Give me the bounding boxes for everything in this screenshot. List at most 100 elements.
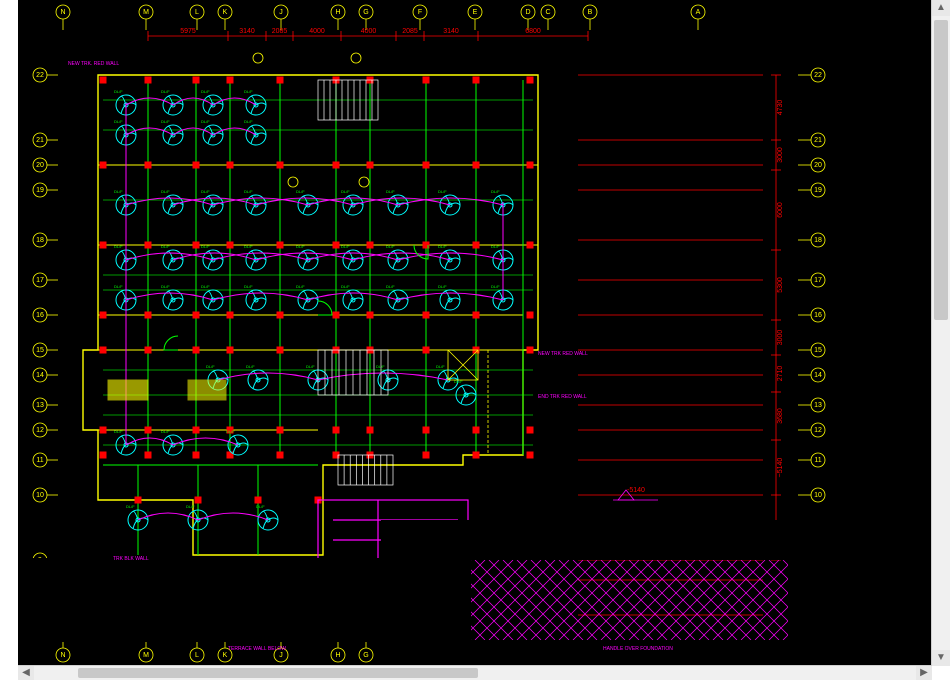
- svg-text:DL/F: DL/F: [306, 364, 315, 369]
- bottom-strip: ◀ ▶: [18, 666, 932, 680]
- scroll-up-arrow[interactable]: ▲: [932, 0, 950, 16]
- svg-text:G: G: [363, 9, 368, 16]
- svg-text:TRK BLK WALL: TRK BLK WALL: [113, 556, 149, 562]
- svg-text:DL/F: DL/F: [114, 284, 123, 289]
- svg-text:END TRK RED WALL: END TRK RED WALL: [538, 394, 587, 400]
- svg-text:DL/F: DL/F: [244, 119, 253, 124]
- svg-text:DL/F: DL/F: [161, 119, 170, 124]
- svg-text:DL/F: DL/F: [244, 284, 253, 289]
- cad-viewport[interactable]: NMLKJHGFEDCBANMLKJHGFEDCBA22222121202019…: [18, 0, 932, 666]
- svg-text:DL/F: DL/F: [201, 244, 210, 249]
- svg-text:5300: 5300: [777, 277, 784, 293]
- scroll-down-arrow[interactable]: ▼: [932, 650, 950, 666]
- svg-text:12: 12: [36, 427, 44, 434]
- svg-text:DL/F: DL/F: [296, 284, 305, 289]
- svg-text:15: 15: [814, 347, 822, 354]
- floor-plan-svg: NMLKJHGFEDCBANMLKJHGFEDCBA22222121202019…: [18, 0, 932, 666]
- svg-text:18: 18: [814, 237, 822, 244]
- svg-text:-5140: -5140: [627, 487, 645, 494]
- svg-text:G: G: [363, 652, 368, 659]
- svg-text:DL/F: DL/F: [114, 119, 123, 124]
- svg-text:3000: 3000: [777, 330, 784, 346]
- svg-text:DL/F: DL/F: [438, 284, 447, 289]
- svg-text:DL/F: DL/F: [256, 504, 265, 509]
- svg-text:14: 14: [814, 372, 822, 379]
- svg-text:DL/F: DL/F: [341, 284, 350, 289]
- svg-text:DL/F: DL/F: [186, 504, 195, 509]
- svg-text:14: 14: [36, 372, 44, 379]
- svg-text:2710: 2710: [777, 366, 784, 382]
- svg-text:C: C: [545, 9, 550, 16]
- svg-text:3000: 3000: [777, 147, 784, 163]
- svg-text:B: B: [588, 9, 593, 16]
- svg-text:DL/F: DL/F: [454, 379, 463, 384]
- svg-text:~5140: ~5140: [777, 458, 784, 478]
- svg-text:21: 21: [36, 137, 44, 144]
- svg-text:NEW TRK RED WALL: NEW TRK RED WALL: [538, 351, 588, 357]
- svg-text:20: 20: [814, 162, 822, 169]
- svg-text:4000: 4000: [309, 28, 325, 35]
- svg-text:13: 13: [36, 402, 44, 409]
- svg-text:K: K: [223, 652, 228, 659]
- svg-text:DL/F: DL/F: [226, 429, 235, 434]
- svg-text:A: A: [696, 9, 701, 16]
- svg-text:10: 10: [814, 492, 822, 499]
- svg-text:DL/F: DL/F: [244, 89, 253, 94]
- svg-text:N: N: [60, 9, 65, 16]
- svg-text:12: 12: [814, 427, 822, 434]
- svg-text:L: L: [195, 652, 199, 659]
- svg-text:DL/F: DL/F: [201, 284, 210, 289]
- svg-text:DL/F: DL/F: [376, 364, 385, 369]
- svg-text:M: M: [143, 9, 149, 16]
- svg-text:22: 22: [814, 72, 822, 79]
- svg-text:DL/F: DL/F: [161, 429, 170, 434]
- svg-text:20: 20: [36, 162, 44, 169]
- svg-text:TERRACE WALL BELOW: TERRACE WALL BELOW: [228, 646, 286, 652]
- svg-text:3680: 3680: [777, 408, 784, 424]
- svg-text:11: 11: [36, 457, 43, 464]
- svg-text:J: J: [279, 9, 283, 16]
- svg-text:DL/F: DL/F: [341, 244, 350, 249]
- svg-text:3140: 3140: [443, 28, 459, 35]
- svg-text:DL/F: DL/F: [201, 119, 210, 124]
- svg-text:DL/F: DL/F: [246, 364, 255, 369]
- horizontal-scroll-thumb[interactable]: [78, 668, 478, 678]
- svg-text:DL/F: DL/F: [114, 244, 123, 249]
- svg-text:DL/F: DL/F: [296, 189, 305, 194]
- scroll-right-arrow[interactable]: ▶: [916, 666, 932, 680]
- svg-text:4730: 4730: [777, 100, 784, 116]
- svg-text:6800: 6800: [525, 28, 541, 35]
- svg-text:DL/F: DL/F: [201, 89, 210, 94]
- svg-text:DL/F: DL/F: [438, 244, 447, 249]
- vertical-scroll-thumb[interactable]: [934, 20, 948, 320]
- svg-text:DL/F: DL/F: [161, 284, 170, 289]
- svg-text:16: 16: [814, 312, 822, 319]
- vertical-scrollbar[interactable]: ▲ ▼: [931, 0, 950, 666]
- svg-text:F: F: [418, 9, 422, 16]
- svg-text:DL/F: DL/F: [244, 244, 253, 249]
- svg-text:13: 13: [814, 402, 822, 409]
- svg-text:17: 17: [814, 277, 822, 284]
- svg-text:DL/F: DL/F: [436, 364, 445, 369]
- svg-text:2085: 2085: [402, 28, 418, 35]
- svg-text:DL/F: DL/F: [206, 364, 215, 369]
- svg-text:D: D: [525, 9, 530, 16]
- svg-text:2085: 2085: [272, 28, 288, 35]
- svg-text:DL/F: DL/F: [438, 189, 447, 194]
- svg-text:DL/F: DL/F: [201, 189, 210, 194]
- svg-text:DL/F: DL/F: [386, 244, 395, 249]
- svg-text:DL/F: DL/F: [244, 189, 253, 194]
- scroll-left-arrow[interactable]: ◀: [18, 666, 34, 680]
- svg-text:DL/F: DL/F: [491, 189, 500, 194]
- horizontal-scrollbar[interactable]: ◀ ▶: [18, 665, 932, 680]
- svg-text:6000: 6000: [777, 202, 784, 218]
- svg-text:DL/F: DL/F: [161, 244, 170, 249]
- svg-text:DL/F: DL/F: [341, 189, 350, 194]
- svg-text:18: 18: [36, 237, 44, 244]
- svg-text:DL/F: DL/F: [386, 284, 395, 289]
- svg-text:4000: 4000: [361, 28, 377, 35]
- svg-text:5975: 5975: [180, 28, 196, 35]
- svg-text:15: 15: [36, 347, 44, 354]
- svg-text:16: 16: [36, 312, 44, 319]
- svg-text:E: E: [473, 9, 478, 16]
